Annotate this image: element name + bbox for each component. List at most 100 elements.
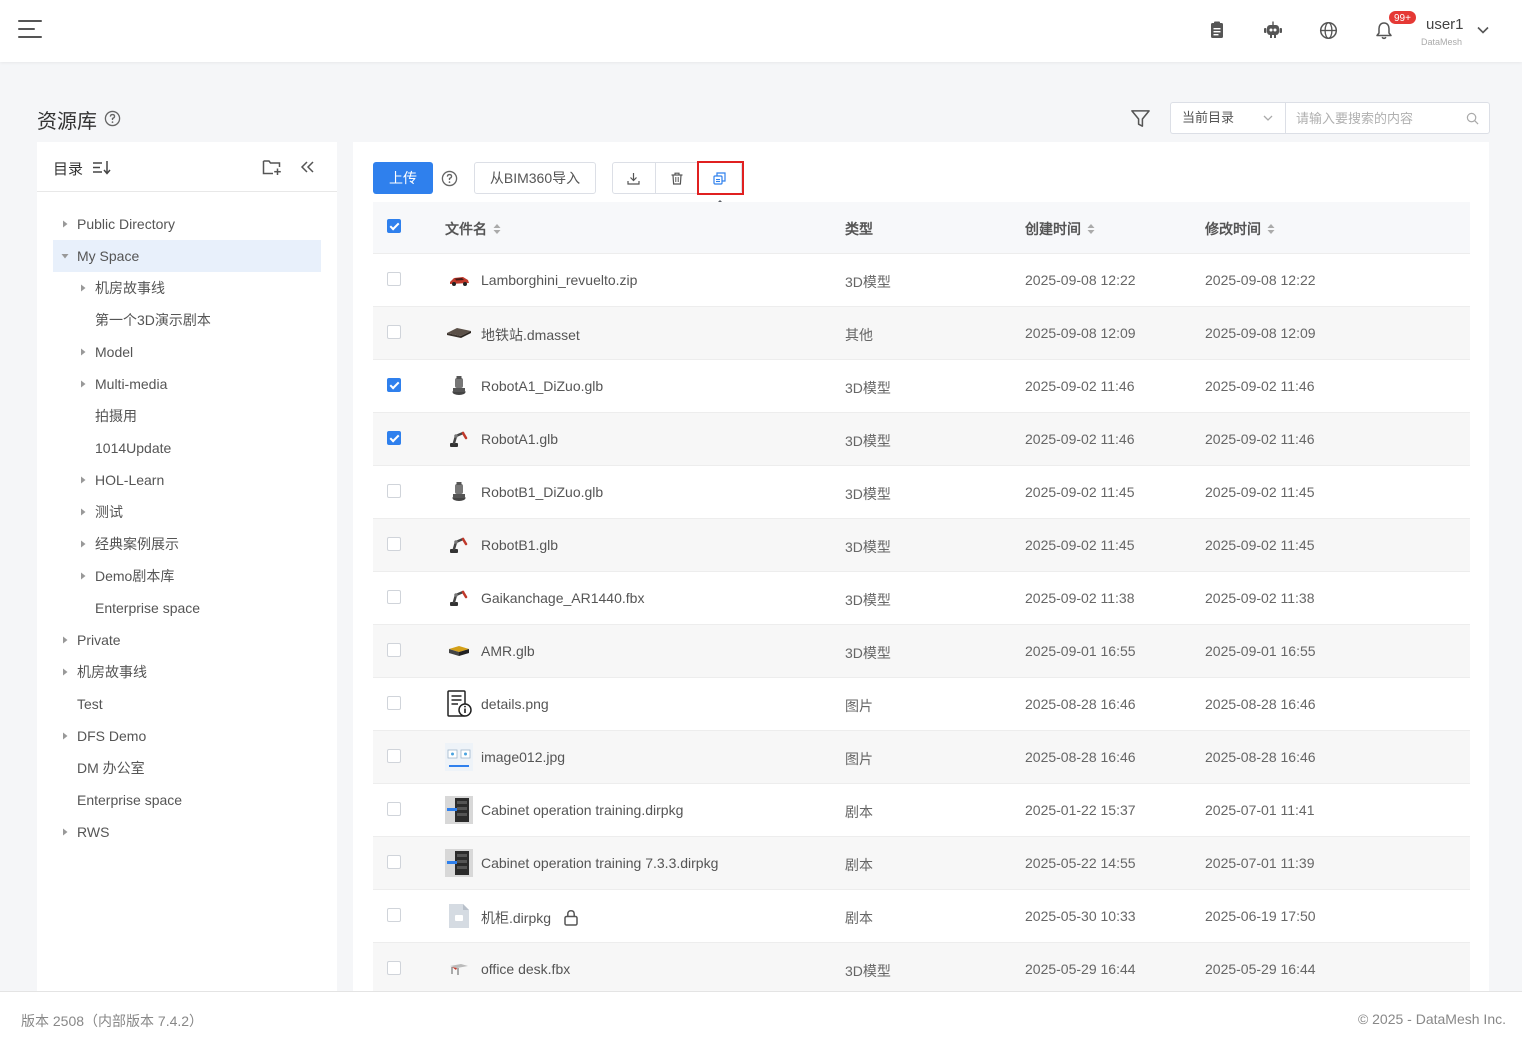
help-icon[interactable] — [104, 110, 121, 127]
tree-item[interactable]: 拍摄用 — [53, 400, 321, 432]
table-row[interactable]: 机柜.dirpkg 剧本 2025-05-30 10:33 2025-06-19 17… — [373, 889, 1470, 942]
file-name[interactable]: AMR.glb — [481, 643, 535, 659]
download-button[interactable] — [613, 163, 656, 193]
bim360-import-button[interactable]: 从BIM360导入 — [474, 162, 596, 194]
tree-item[interactable]: DFS Demo — [53, 720, 321, 752]
caret-right-icon[interactable] — [61, 732, 69, 740]
row-checkbox[interactable] — [387, 961, 401, 975]
file-name[interactable]: Gaikanchage_AR1440.fbx — [481, 590, 644, 606]
caret-right-icon[interactable] — [79, 348, 87, 356]
row-checkbox[interactable] — [387, 590, 401, 604]
user-name[interactable]: user1 — [1426, 16, 1464, 33]
move-button[interactable] — [698, 163, 741, 193]
search-icon[interactable] — [1466, 112, 1479, 125]
tree-item[interactable]: 经典案例展示 — [53, 528, 321, 560]
tree-item[interactable]: 1014Update — [53, 432, 321, 464]
upload-button[interactable]: 上传 — [373, 162, 433, 194]
table-row[interactable]: Cabinet operation training.dirpkg 剧本 2025-… — [373, 783, 1470, 836]
collapse-sidebar-icon[interactable] — [299, 158, 315, 176]
table-row[interactable]: AMR.glb 3D模型 2025-09-01 16:55 2025-09-01 16… — [373, 624, 1470, 677]
file-name[interactable]: RobotA1.glb — [481, 431, 558, 447]
tree-item[interactable]: Model — [53, 336, 321, 368]
caret-right-icon[interactable] — [79, 284, 87, 292]
file-name[interactable]: Cabinet operation training 7.3.3.dirpkg — [481, 855, 718, 871]
new-folder-icon[interactable] — [262, 158, 282, 176]
select-all-checkbox[interactable] — [387, 219, 401, 233]
row-checkbox[interactable] — [387, 484, 401, 498]
caret-right-icon[interactable] — [79, 380, 87, 388]
tree-item[interactable]: Multi-media — [53, 368, 321, 400]
column-header-name[interactable]: 文件名 — [445, 219, 502, 239]
file-name[interactable]: Cabinet operation training.dirpkg — [481, 802, 683, 818]
sort-icon[interactable] — [92, 159, 112, 176]
table-row[interactable]: RobotA1.glb 3D模型 2025-09-02 11:46 2025-09-0… — [373, 412, 1470, 465]
caret-right-icon[interactable] — [79, 476, 87, 484]
table-row[interactable]: Lamborghini_revuelto.zip 3D模型 2025-09-08 1… — [373, 253, 1470, 306]
file-name[interactable]: RobotA1_DiZuo.glb — [481, 378, 603, 394]
menu-icon[interactable] — [18, 19, 42, 39]
sort-arrows-icon[interactable] — [1086, 223, 1096, 235]
row-checkbox[interactable] — [387, 643, 401, 657]
table-row[interactable]: details.png 图片 2025-08-28 16:46 2025-08-28 … — [373, 677, 1470, 730]
tree-item[interactable]: HOL-Learn — [53, 464, 321, 496]
table-row[interactable]: office desk.fbx 3D模型 2025-05-29 16:44 2025-… — [373, 942, 1470, 992]
tree-item[interactable]: 测试 — [53, 496, 321, 528]
row-checkbox[interactable] — [387, 908, 401, 922]
row-checkbox[interactable] — [387, 855, 401, 869]
search-input[interactable] — [1286, 103, 1456, 133]
tree-item[interactable]: DM 办公室 — [53, 752, 321, 784]
row-checkbox[interactable] — [387, 537, 401, 551]
caret-right-icon[interactable] — [79, 572, 87, 580]
tree-item[interactable]: 机房故事线 — [53, 272, 321, 304]
file-name[interactable]: Lamborghini_revuelto.zip — [481, 272, 637, 288]
tree-item[interactable]: Demo剧本库 — [53, 560, 321, 592]
row-checkbox[interactable] — [387, 802, 401, 816]
table-row[interactable]: image012.jpg 图片 2025-08-28 16:46 2025-08-28… — [373, 730, 1470, 783]
table-row[interactable]: Gaikanchage_AR1440.fbx 3D模型 2025-09-02 11:… — [373, 571, 1470, 624]
delete-button[interactable] — [656, 163, 699, 193]
tree-item[interactable]: My Space — [53, 240, 321, 272]
table-row[interactable]: Cabinet operation training 7.3.3.dirpkg 剧… — [373, 836, 1470, 889]
robot-icon[interactable] — [1261, 18, 1285, 42]
column-header-created[interactable]: 创建时间 — [1025, 219, 1096, 239]
scope-select[interactable]: 当前目录 — [1170, 102, 1286, 134]
table-row[interactable]: RobotA1_DiZuo.glb 3D模型 2025-09-02 11:46 202… — [373, 359, 1470, 412]
file-name[interactable]: details.png — [481, 696, 549, 712]
file-name[interactable]: RobotB1.glb — [481, 537, 558, 553]
help-icon[interactable] — [441, 170, 458, 187]
filter-icon[interactable] — [1130, 108, 1151, 129]
table-row[interactable]: 地铁站.dmasset 其他 2025-09-08 12:09 2025-09-08 … — [373, 306, 1470, 359]
sort-arrows-icon[interactable] — [1266, 223, 1276, 235]
tree-item[interactable]: 机房故事线 — [53, 656, 321, 688]
row-checkbox[interactable] — [387, 378, 401, 392]
caret-right-icon[interactable] — [61, 668, 69, 676]
row-checkbox[interactable] — [387, 325, 401, 339]
table-row[interactable]: RobotB1.glb 3D模型 2025-09-02 11:45 2025-09-0… — [373, 518, 1470, 571]
tree-item[interactable]: Test — [53, 688, 321, 720]
caret-right-icon[interactable] — [61, 828, 69, 836]
file-name[interactable]: office desk.fbx — [481, 961, 570, 977]
file-name[interactable]: 地铁站.dmasset — [481, 325, 580, 345]
caret-right-icon[interactable] — [61, 220, 69, 228]
caret-right-icon[interactable] — [79, 508, 87, 516]
sort-arrows-icon[interactable] — [492, 223, 502, 235]
caret-down-icon[interactable] — [61, 252, 69, 260]
row-checkbox[interactable] — [387, 431, 401, 445]
tree-item[interactable]: Private — [53, 624, 321, 656]
column-header-modified[interactable]: 修改时间 — [1205, 219, 1276, 239]
file-name[interactable]: RobotB1_DiZuo.glb — [481, 484, 603, 500]
table-row[interactable]: RobotB1_DiZuo.glb 3D模型 2025-09-02 11:45 202… — [373, 465, 1470, 518]
tree-item[interactable]: Enterprise space — [53, 592, 321, 624]
row-checkbox[interactable] — [387, 272, 401, 286]
caret-right-icon[interactable] — [79, 540, 87, 548]
chevron-down-icon[interactable] — [1476, 23, 1490, 37]
tree-item[interactable]: RWS — [53, 816, 321, 848]
row-checkbox[interactable] — [387, 696, 401, 710]
tree-item[interactable]: Public Directory — [53, 208, 321, 240]
tree-item[interactable]: 第一个3D演示剧本 — [53, 304, 321, 336]
file-name[interactable]: image012.jpg — [481, 749, 565, 765]
tree-item[interactable]: Enterprise space — [53, 784, 321, 816]
caret-right-icon[interactable] — [61, 636, 69, 644]
row-checkbox[interactable] — [387, 749, 401, 763]
file-name[interactable]: 机柜.dirpkg — [481, 908, 579, 928]
